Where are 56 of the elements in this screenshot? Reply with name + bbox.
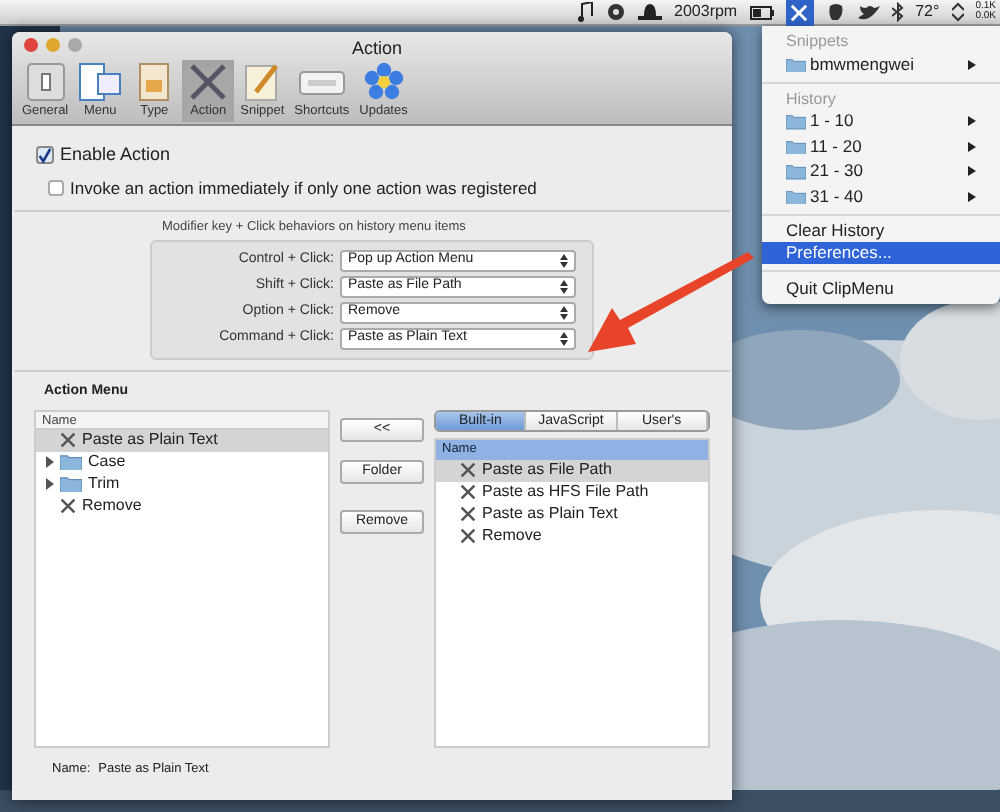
checkbox[interactable] (48, 179, 64, 196)
submenu-arrow-icon (968, 116, 976, 127)
list-row[interactable]: Paste as HFS File Path (436, 481, 708, 503)
menu-item[interactable]: 11 - 20 (762, 134, 1000, 159)
tools-icon (460, 484, 476, 500)
menu-item[interactable]: 31 - 40 (762, 184, 1000, 209)
menu-item[interactable]: 1 - 10 (762, 109, 1000, 134)
stepper-icon (560, 332, 568, 346)
menu-section-header: History (784, 87, 838, 109)
switch-icon (23, 62, 68, 102)
window-icon (78, 62, 123, 102)
tree-row[interactable]: Paste as Plain Text (36, 429, 328, 451)
battery-icon[interactable] (749, 5, 774, 19)
folder-icon (786, 57, 806, 72)
hat-icon[interactable] (638, 3, 663, 21)
tools-icon (60, 498, 76, 514)
fan-speed-text[interactable]: 2003rpm (674, 4, 738, 20)
submenu-arrow-icon (968, 141, 976, 152)
tree-row[interactable]: Case (36, 451, 328, 473)
music-note-icon[interactable] (578, 2, 595, 22)
disclosure-triangle-icon[interactable] (44, 456, 56, 468)
stepper-icon (560, 254, 568, 268)
tools-icon (460, 528, 476, 544)
temperature-text[interactable]: 72° (915, 4, 940, 20)
tree-row[interactable]: Trim (36, 473, 328, 495)
menu-item[interactable]: Quit ClipMenu (762, 277, 1000, 299)
list-row[interactable]: Paste as File Path (436, 459, 708, 481)
list-row[interactable]: Paste as Plain Text (436, 503, 708, 525)
checkbox-label: Enable Action (60, 142, 171, 168)
menu-item[interactable]: Clear History (762, 219, 1000, 241)
tools-icon (460, 462, 476, 478)
flower-icon (361, 62, 406, 102)
stepper-icon (560, 306, 568, 320)
menu-item[interactable]: Preferences... (762, 241, 1000, 263)
tools-icon (460, 506, 476, 522)
bird-icon[interactable] (857, 3, 880, 21)
checkbox-label: Invoke an action immediately if only one action was registered (70, 175, 537, 201)
clipboard-menu-icon[interactable] (785, 0, 814, 25)
submenu-arrow-icon (968, 166, 976, 177)
tools-icon (186, 62, 231, 102)
tools-icon (60, 432, 76, 448)
folder-icon (60, 475, 82, 493)
window-title: Action (352, 36, 403, 62)
close-button[interactable] (24, 38, 38, 52)
tree-row[interactable]: Remove (36, 495, 328, 517)
stepper-icon (560, 280, 568, 294)
menu-section-header: Snippets (784, 30, 851, 52)
submenu-arrow-icon (968, 59, 976, 70)
up-down-icon[interactable] (951, 2, 964, 22)
submenu-arrow-icon (968, 191, 976, 202)
checkbox[interactable] (36, 146, 54, 165)
list-row[interactable]: Remove (436, 525, 708, 547)
menu-item[interactable]: bmwmengwei (762, 52, 1000, 77)
menu-item[interactable]: 21 - 30 (762, 159, 1000, 184)
bluetooth-icon[interactable] (891, 2, 904, 22)
disclosure-triangle-icon[interactable] (44, 478, 56, 490)
